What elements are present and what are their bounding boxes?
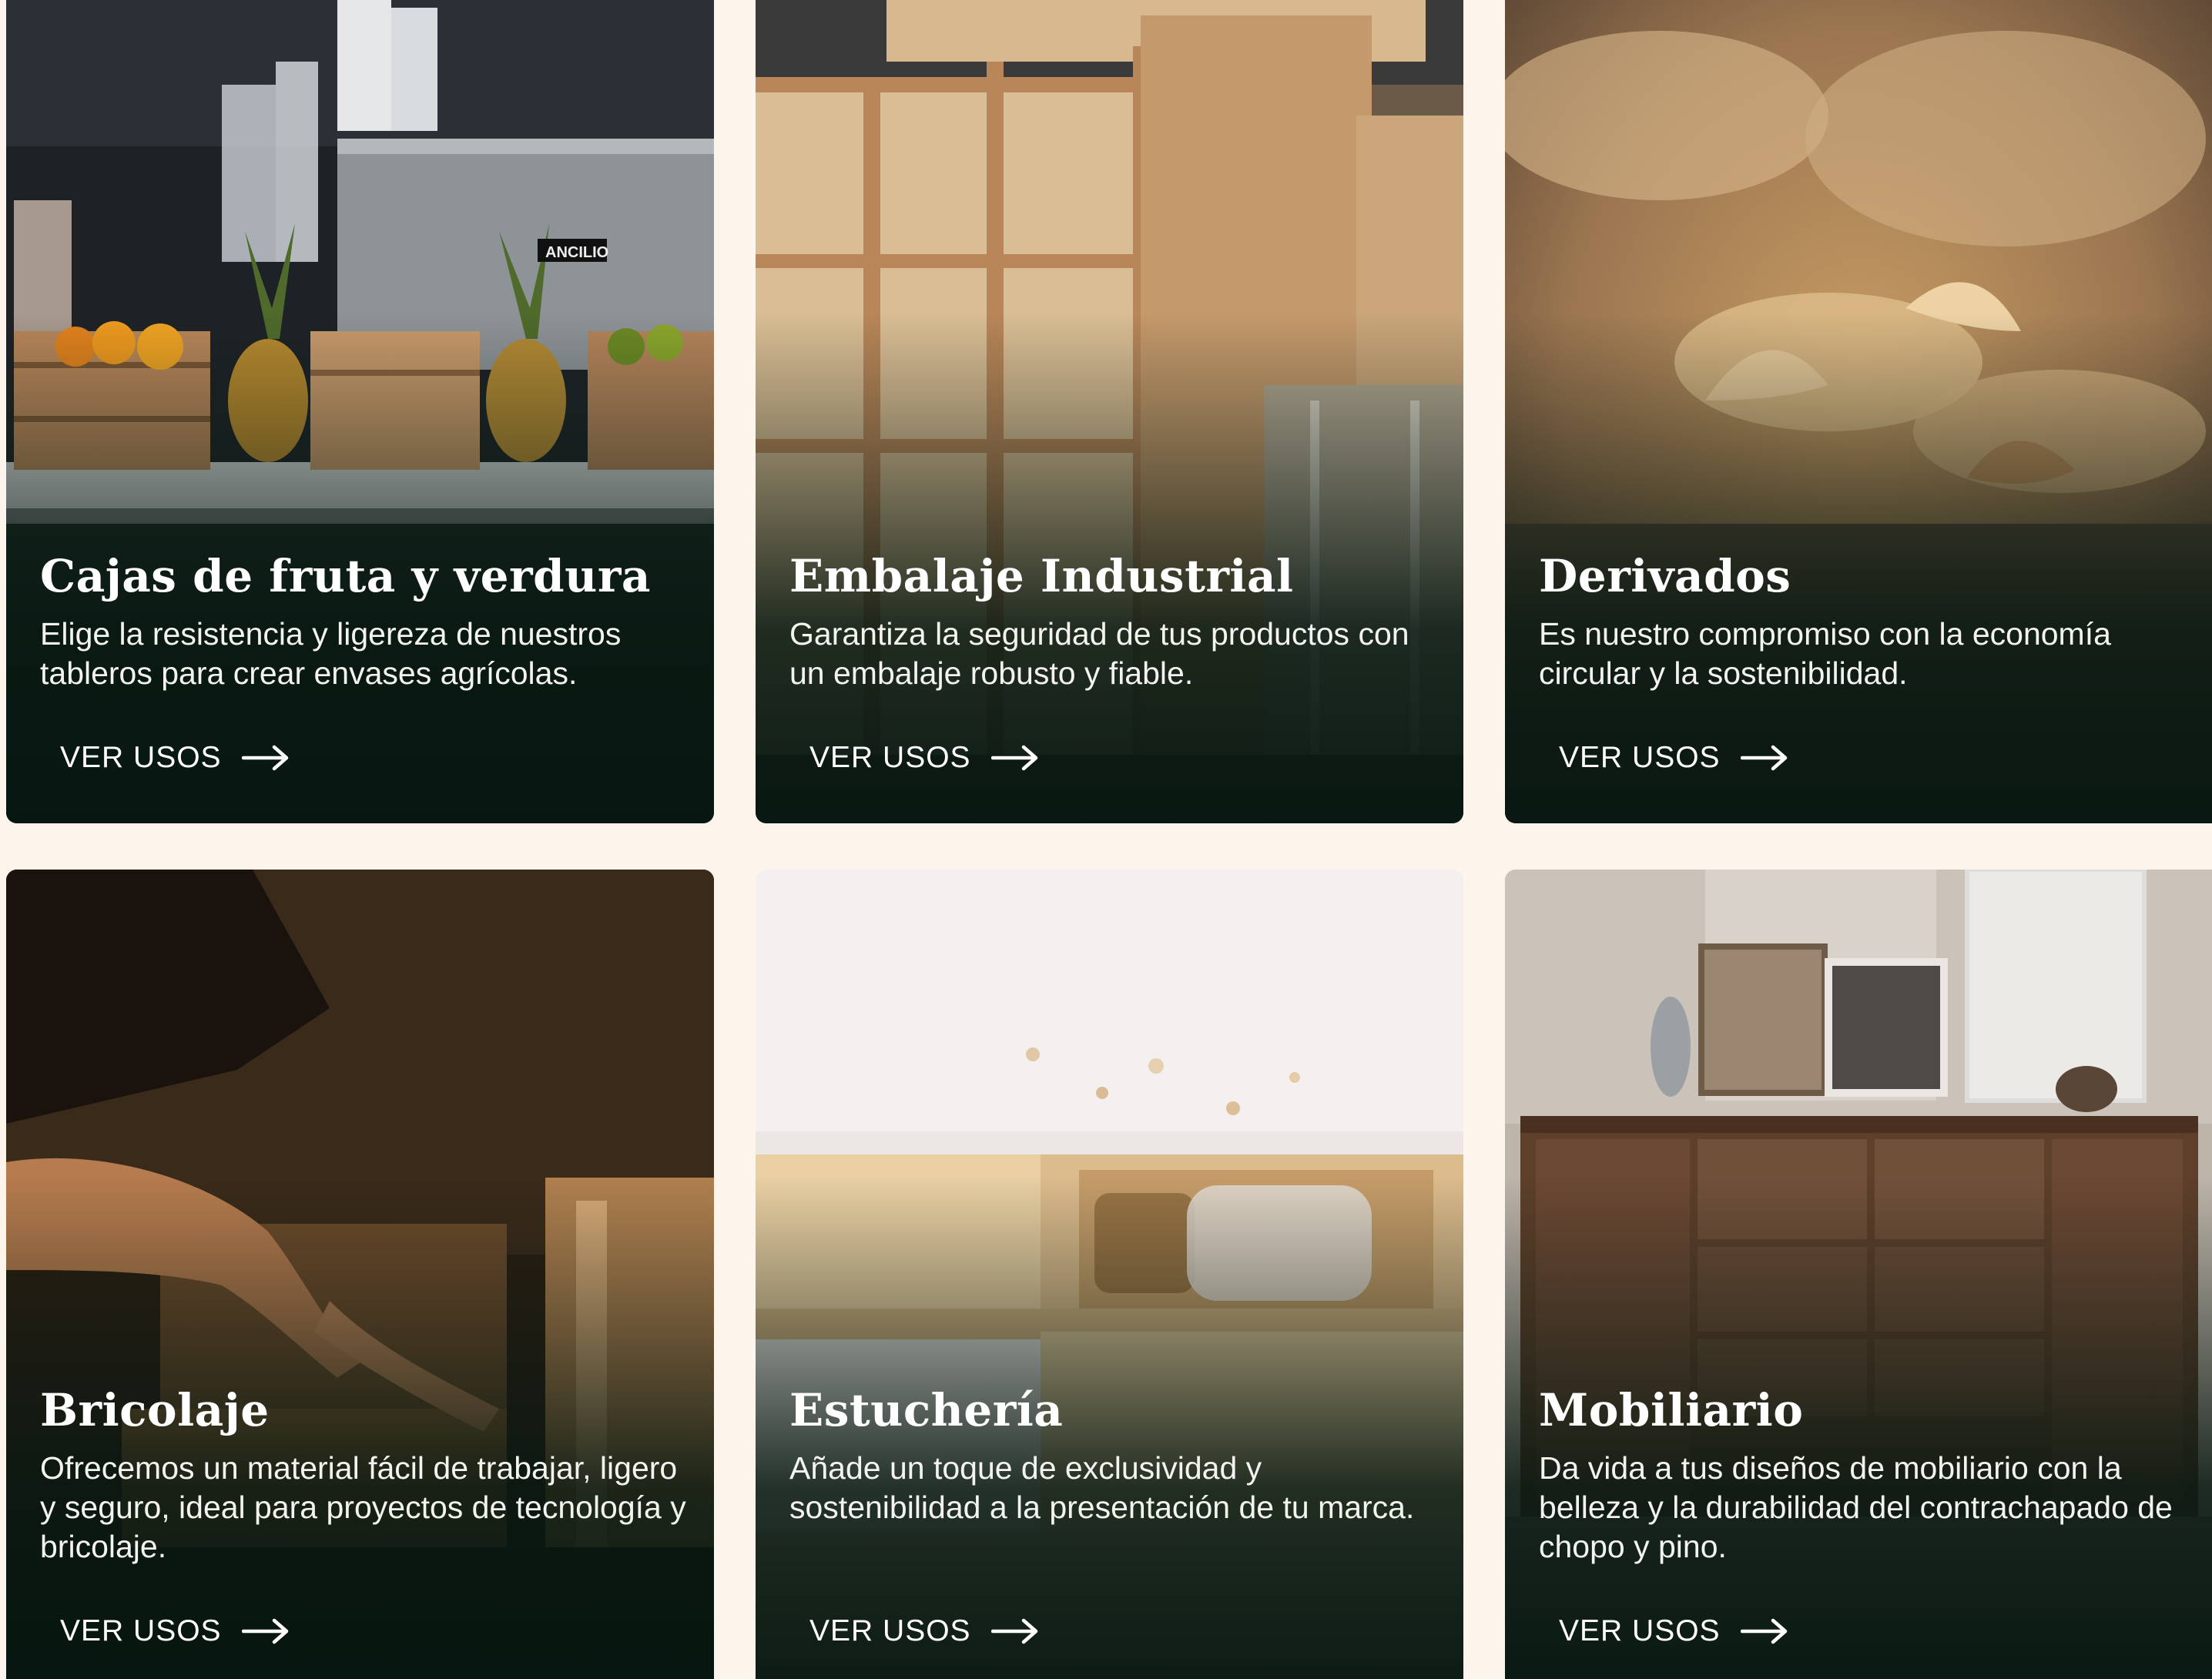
- svg-text:ANCILIO: ANCILIO: [545, 244, 608, 261]
- product-uses-grid: ANCILIO Cajas de fruta y verdura Elige l…: [0, 0, 2212, 1679]
- cta-label: VER USOS: [1559, 741, 1721, 774]
- card-content: Cajas de fruta y verdura Elige la resist…: [40, 548, 686, 693]
- card-title: Estuchería: [789, 1384, 1064, 1436]
- card-derivatives[interactable]: Derivados Es nuestro compromiso con la e…: [1505, 0, 2212, 823]
- ver-usos-link[interactable]: VER USOS: [1559, 741, 1788, 775]
- card-description: Añade un toque de exclusividad y sosteni…: [789, 1450, 1415, 1525]
- arrow-right-icon: [990, 745, 1037, 771]
- card-diy[interactable]: Bricolaje Ofrecemos un material fácil de…: [6, 870, 714, 1679]
- card-title: Derivados: [1539, 550, 1791, 602]
- ver-usos-link[interactable]: VER USOS: [1559, 1614, 1788, 1648]
- card-content: Bricolaje Ofrecemos un material fácil de…: [40, 1382, 686, 1567]
- cta-label: VER USOS: [809, 741, 971, 774]
- ver-usos-link[interactable]: VER USOS: [60, 741, 290, 775]
- ver-usos-link[interactable]: VER USOS: [809, 1614, 1039, 1648]
- arrow-right-icon: [241, 745, 288, 771]
- card-description: Elige la resistencia y ligereza de nuest…: [40, 616, 622, 691]
- card-fruit-crates[interactable]: ANCILIO Cajas de fruta y verdura Elige l…: [6, 0, 714, 823]
- card-description: Garantiza la seguridad de tus productos …: [789, 616, 1409, 691]
- card-title: Cajas de fruta y verdura: [40, 550, 651, 602]
- card-content: Mobiliario Da vida a tus diseños de mobi…: [1539, 1382, 2184, 1567]
- card-content: Estuchería Añade un toque de exclusivida…: [789, 1382, 1436, 1527]
- ver-usos-link[interactable]: VER USOS: [60, 1614, 290, 1648]
- card-title: Bricolaje: [40, 1384, 270, 1436]
- arrow-right-icon: [241, 1618, 288, 1644]
- cta-label: VER USOS: [60, 1614, 222, 1647]
- arrow-right-icon: [990, 1618, 1037, 1644]
- ver-usos-link[interactable]: VER USOS: [809, 741, 1039, 775]
- card-title: Embalaje Industrial: [789, 550, 1294, 602]
- arrow-right-icon: [1740, 1618, 1787, 1644]
- cta-label: VER USOS: [60, 741, 222, 774]
- card-description: Ofrecemos un material fácil de trabajar,…: [40, 1450, 686, 1564]
- arrow-right-icon: [1740, 745, 1787, 771]
- card-furniture[interactable]: Mobiliario Da vida a tus diseños de mobi…: [1505, 870, 2212, 1679]
- card-content: Derivados Es nuestro compromiso con la e…: [1539, 548, 2184, 693]
- card-description: Es nuestro compromiso con la economía ci…: [1539, 616, 2111, 691]
- cta-label: VER USOS: [809, 1614, 971, 1647]
- card-description: Da vida a tus diseños de mobiliario con …: [1539, 1450, 2173, 1564]
- cta-label: VER USOS: [1559, 1614, 1721, 1647]
- card-cases[interactable]: Estuchería Añade un toque de exclusivida…: [756, 870, 1463, 1679]
- card-content: Embalaje Industrial Garantiza la segurid…: [789, 548, 1436, 693]
- card-title: Mobiliario: [1539, 1384, 1804, 1436]
- card-industrial-packaging[interactable]: Embalaje Industrial Garantiza la segurid…: [756, 0, 1463, 823]
